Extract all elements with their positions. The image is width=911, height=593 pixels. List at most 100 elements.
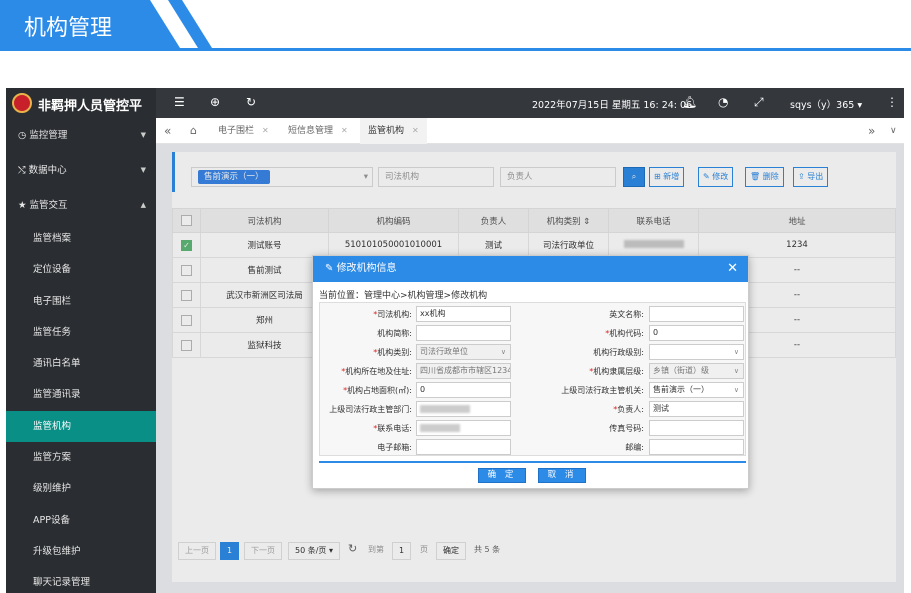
chevron-down-icon: ▼ — [140, 166, 146, 174]
parent-org-select[interactable]: 售前演示（一） ∨ — [649, 382, 744, 398]
more-icon[interactable]: ⋮ — [886, 95, 898, 109]
top-bar: 非羁押人员管控平 ☰ ⊕ ↻ 2022年07月15日 星期五 16: 24: 0… — [6, 88, 904, 118]
sidebar-item-label: 数据中心 — [28, 165, 67, 176]
page-banner: 机构管理 — [0, 0, 911, 52]
person-input[interactable]: 测试 — [649, 401, 744, 417]
postcode-input[interactable] — [649, 439, 744, 455]
cancel-button[interactable]: 取 消 — [538, 468, 586, 483]
fax-input[interactable] — [649, 420, 744, 436]
sidebar-item-device[interactable]: 定位设备 — [6, 254, 156, 285]
edit-org-modal: ✎ 修改机构信息 ✕ 当前位置：管理中心>机构管理>修改机构 *司法机构: xx机… — [312, 255, 749, 489]
user-menu[interactable]: sqys（y）365 ▾ — [790, 97, 862, 111]
sidebar-item-level[interactable]: 级别维护 — [6, 473, 156, 504]
area-input[interactable]: 0 — [416, 382, 511, 398]
field-label: 机构占地面积(㎡): — [347, 386, 412, 395]
close-icon[interactable]: ✕ — [262, 126, 269, 135]
sidebar: ◷ 监控管理 ▼ ⤭ 数据中心 ▼ ★ 监管交互 ▲ 监管档案 定位设备 电子围栏 监… — [6, 118, 156, 593]
chevron-down-icon: ∨ — [733, 386, 739, 394]
sidebar-item-app[interactable]: APP设备 — [6, 505, 156, 536]
sidebar-item-label: 监管交互 — [29, 200, 68, 211]
app-title: 非羁押人员管控平 — [38, 99, 143, 114]
org-type-select[interactable]: 司法行政单位 ∨ — [416, 344, 511, 360]
field-label: 负责人: — [617, 405, 644, 414]
sidebar-item-monitor[interactable]: ◷ 监控管理 ▼ — [6, 118, 156, 153]
modal-title: 修改机构信息 — [336, 263, 397, 274]
redacted-value — [420, 405, 470, 413]
field-label: 机构类别: — [377, 348, 412, 357]
select-value: 售前演示（一） — [653, 385, 709, 394]
sidebar-item-org[interactable]: 监管机构 — [6, 410, 156, 443]
sidebar-item-label: 监控管理 — [29, 130, 68, 141]
chevron-down-icon: ∨ — [733, 348, 739, 356]
tab-org[interactable]: 监管机构 ✕ — [360, 118, 427, 144]
sidebar-item-whitelist[interactable]: 通讯白名单 — [6, 348, 156, 379]
tab-sms[interactable]: 短信息管理 ✕ — [288, 118, 348, 144]
modal-header: ✎ 修改机构信息 ✕ — [313, 256, 748, 282]
sidebar-item-task[interactable]: 监管任务 — [6, 317, 156, 348]
globe-icon[interactable]: ⊕ — [210, 95, 220, 109]
admin-level-select[interactable]: ∨ — [649, 344, 744, 360]
home-icon[interactable]: ⌂ — [190, 118, 197, 144]
field-label: 联系电话: — [377, 424, 412, 433]
address-input[interactable]: 四川省成都市市辖区1234 — [416, 363, 511, 379]
chevron-down-icon: ∨ — [500, 348, 506, 356]
tab-fence[interactable]: 电子围栏 ✕ — [218, 118, 269, 144]
field-label: 上级司法行政主管部门: — [329, 405, 412, 414]
org-form: *司法机构: xx机构 英文名称: 机构简称: *机构代码: 0 *机构类别: … — [319, 302, 746, 456]
field-label: 邮编: — [625, 443, 644, 452]
breadcrumb: 当前位置：管理中心>机构管理>修改机构 — [319, 291, 488, 301]
banner-title: 机构管理 — [24, 16, 113, 41]
field-label: 司法机构: — [377, 310, 412, 319]
chevron-down-icon[interactable]: ∨ — [890, 118, 897, 144]
dashboard-icon[interactable]: ◔ — [718, 95, 728, 109]
emblem-icon — [12, 93, 32, 113]
sidebar-item-data-center[interactable]: ⤭ 数据中心 ▼ — [6, 153, 156, 188]
field-label: 电子邮箱: — [377, 443, 412, 452]
tab-bar: « ⌂ 电子围栏 ✕ 短信息管理 ✕ 监管机构 ✕ » ∨ — [156, 118, 904, 144]
org-code-input[interactable]: 0 — [649, 325, 744, 341]
close-icon[interactable]: ✕ — [341, 126, 348, 135]
belong-level-select[interactable]: 乡镇（街道）级 ∨ — [649, 363, 744, 379]
tabs-left-icon[interactable]: « — [164, 118, 171, 144]
field-label: 机构隶属层级: — [593, 367, 644, 376]
field-label: 英文名称: — [609, 310, 644, 319]
sidebar-item-plan[interactable]: 监管方案 — [6, 442, 156, 473]
logo-area: 非羁押人员管控平 — [6, 88, 156, 118]
close-icon[interactable]: ✕ — [727, 256, 738, 282]
sidebar-item-archive[interactable]: 监管档案 — [6, 223, 156, 254]
field-label: 传真号码: — [609, 424, 644, 433]
confirm-button[interactable]: 确 定 — [478, 468, 526, 483]
refresh-icon[interactable]: ↻ — [246, 95, 256, 109]
sidebar-item-upgrade[interactable]: 升级包维护 — [6, 536, 156, 567]
short-name-input[interactable] — [416, 325, 511, 341]
bell-icon[interactable]: 🔔︎ — [682, 95, 697, 109]
field-label: 机构代码: — [609, 329, 644, 338]
tabs-right-icon[interactable]: » — [868, 118, 875, 144]
menu-toggle-icon[interactable]: ☰ — [174, 95, 185, 109]
select-value: 司法行政单位 — [420, 347, 468, 356]
parent-dept-input[interactable] — [416, 401, 511, 417]
chevron-up-icon: ▲ — [140, 201, 146, 209]
tab-label: 短信息管理 — [288, 126, 334, 136]
fullscreen-icon[interactable]: ⤢ — [754, 95, 764, 110]
chevron-down-icon: ▼ — [140, 131, 146, 139]
phone-input[interactable] — [416, 420, 511, 436]
select-value: 乡镇（街道）级 — [653, 366, 709, 375]
chevron-down-icon: ∨ — [733, 367, 739, 375]
sidebar-item-fence[interactable]: 电子围栏 — [6, 286, 156, 317]
close-icon[interactable]: ✕ — [412, 126, 419, 135]
sidebar-item-contacts[interactable]: 监管通讯录 — [6, 379, 156, 410]
email-input[interactable] — [416, 439, 511, 455]
tab-label: 电子围栏 — [218, 126, 255, 136]
english-name-input[interactable] — [649, 306, 744, 322]
field-label: 机构行政级别: — [593, 348, 644, 357]
sidebar-item-chat[interactable]: 聊天记录管理 — [6, 567, 156, 593]
field-label: 上级司法行政主管机关: — [561, 386, 644, 395]
field-label: 机构所在地及住址: — [345, 367, 412, 376]
banner-line — [0, 48, 911, 51]
divider — [319, 461, 746, 463]
datetime: 2022年07月15日 星期五 16: 24: 06 — [532, 100, 693, 111]
sidebar-item-interaction[interactable]: ★ 监管交互 ▲ — [6, 188, 156, 223]
org-name-input[interactable]: xx机构 — [416, 306, 511, 322]
field-label: 机构简称: — [377, 329, 412, 338]
